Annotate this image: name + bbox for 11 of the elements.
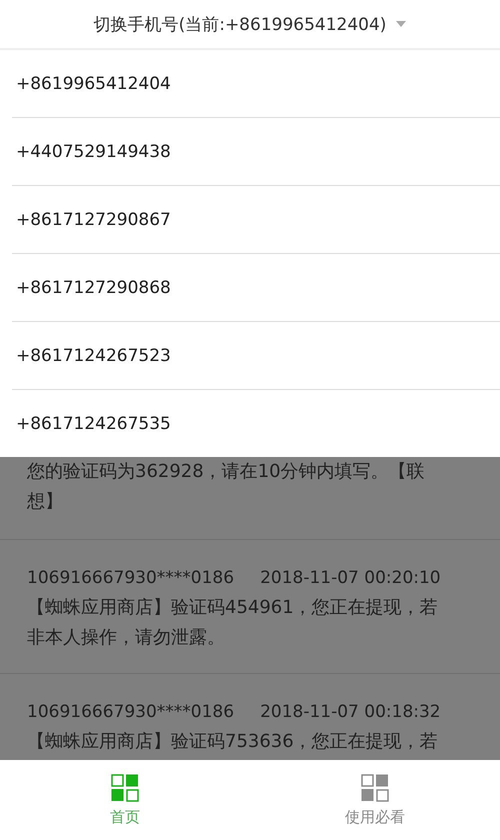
dropdown-title: 切换手机号(当前:+8619965412404): [94, 14, 386, 36]
message-text: 【蜘蛛应用商店】验证码753636，您正在提现，若: [27, 730, 439, 754]
caret-icon: [396, 21, 406, 27]
message-time: 2018-11-07 00:18:32: [260, 701, 441, 724]
grid-icon: [361, 774, 389, 802]
message-sender: 106916667930****0186: [27, 567, 234, 590]
message-text: 您的验证码为362928，请在10分钟内填写。【联想】: [27, 460, 426, 514]
message-sender: 106916667930****0186: [27, 701, 234, 724]
message-time: 2018-11-07 00:20:10: [260, 567, 441, 590]
message-text: 【蜘蛛应用商店】验证码454961，您正在提现，若非本人操作，请勿泄露。: [27, 596, 439, 650]
grid-icon: [111, 774, 139, 802]
